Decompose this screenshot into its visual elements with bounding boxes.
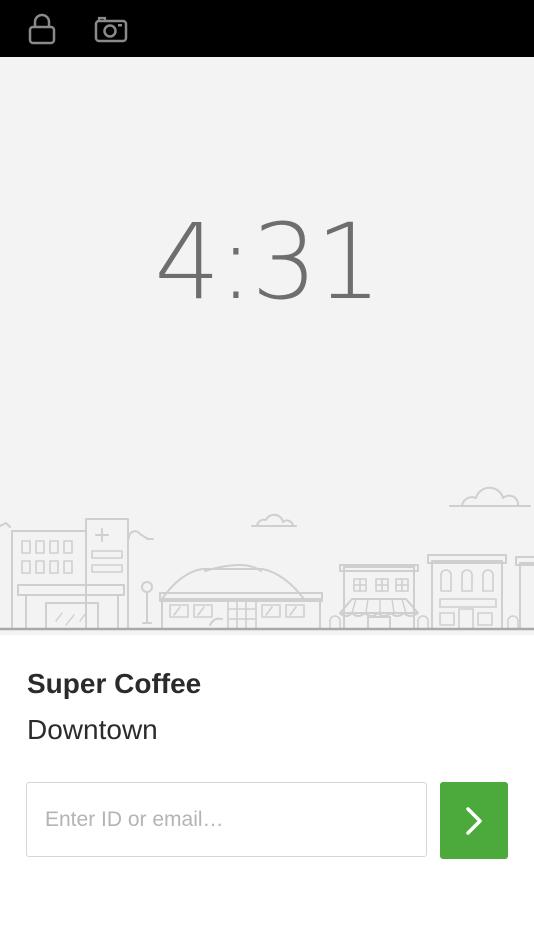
city-skyline-illustration <box>0 486 534 631</box>
clock-panel: 4:31 <box>0 57 534 635</box>
id-or-email-input[interactable] <box>26 782 427 857</box>
camera-icon[interactable] <box>93 12 129 46</box>
submit-button[interactable] <box>440 782 508 859</box>
chevron-right-icon <box>466 807 482 835</box>
location-name: Downtown <box>27 714 158 745</box>
lock-icon[interactable] <box>24 12 60 46</box>
business-name: Super Coffee <box>27 668 202 699</box>
top-status-bar <box>0 0 534 57</box>
clock-time: 4:31 <box>154 201 382 323</box>
